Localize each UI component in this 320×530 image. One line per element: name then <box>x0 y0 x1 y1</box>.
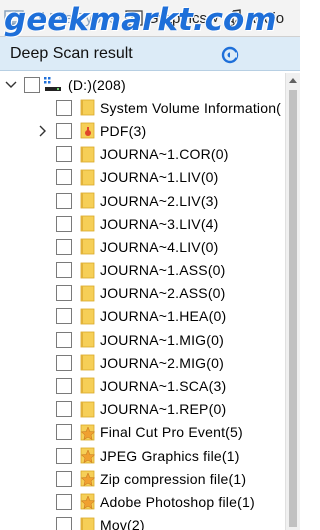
tree-row[interactable]: Zip compression file(1) <box>0 467 286 490</box>
tree-row-label: JOURNA~4.LIV(0) <box>100 238 219 255</box>
folder-icon <box>80 146 96 163</box>
tree-row[interactable]: JOURNA~2.MIG(0) <box>0 351 286 374</box>
tree-row-label: JOURNA~1.SCA(3) <box>100 378 227 395</box>
tree-row-label: JOURNA~1.MIG(0) <box>100 331 224 348</box>
folder-icon <box>80 238 96 255</box>
tree-row-label: Final Cut Pro Event(5) <box>100 424 243 441</box>
row-checkbox[interactable] <box>56 238 72 255</box>
tab-audio-label: Audio <box>245 9 285 27</box>
starred-folder-icon <box>80 447 96 464</box>
starred-folder-icon <box>80 493 96 510</box>
tree-row[interactable]: JOURNA~3.LIV(4) <box>0 212 286 235</box>
tab-all-file-types-label: All File Types <box>28 9 117 27</box>
tree-row[interactable]: Mov(2) <box>0 514 286 530</box>
folder-icon <box>80 285 96 302</box>
tree-row-label: Mov(2) <box>100 517 145 530</box>
tree-row[interactable]: JOURNA~1.HEA(0) <box>0 305 286 328</box>
chevron-down-icon[interactable]: ∨ <box>211 11 220 25</box>
tree-row[interactable]: JOURNA~1.LIV(0) <box>0 166 286 189</box>
row-checkbox[interactable] <box>56 470 72 487</box>
starred-folder-icon <box>80 424 96 441</box>
vertical-scrollbar[interactable] <box>285 73 300 530</box>
row-checkbox[interactable] <box>56 169 72 186</box>
row-checkbox[interactable] <box>56 354 72 371</box>
drive-label: (D:)(208) <box>68 76 126 93</box>
monitor-icon <box>4 10 24 25</box>
tree-row[interactable]: Final Cut Pro Event(5) <box>0 421 286 444</box>
drive-row[interactable]: (D:)(208) <box>0 73 286 96</box>
music-note-icon <box>228 9 242 27</box>
tree-row-label: JOURNA~1.COR(0) <box>100 146 229 163</box>
tree-row-label: JPEG Graphics file(1) <box>100 447 240 464</box>
image-icon <box>125 10 143 26</box>
row-checkbox[interactable] <box>56 517 72 530</box>
tree-row-label: JOURNA~2.MIG(0) <box>100 354 224 371</box>
tree-row-label: JOURNA~1.HEA(0) <box>100 308 227 325</box>
folder-icon <box>80 169 96 186</box>
tree-row[interactable]: System Volume Information( <box>0 96 286 119</box>
folder-icon <box>80 215 96 232</box>
tree-row-label: Zip compression file(1) <box>100 470 247 487</box>
chevron-right-icon[interactable] <box>37 125 49 137</box>
folder-icon <box>80 331 96 348</box>
tree-row-label: JOURNA~1.REP(0) <box>100 401 227 418</box>
folder-icon <box>80 354 96 371</box>
scroll-up-icon[interactable] <box>286 73 300 87</box>
row-checkbox[interactable] <box>56 262 72 279</box>
row-checkbox[interactable] <box>56 424 72 441</box>
tree-row[interactable]: JOURNA~1.COR(0) <box>0 143 286 166</box>
row-checkbox[interactable] <box>56 308 72 325</box>
starred-folder-icon <box>80 470 96 487</box>
tree-row[interactable]: JOURNA~1.ASS(0) <box>0 259 286 282</box>
file-type-tab-bar: All File Types Graphics ∨ Audio <box>0 0 300 37</box>
row-checkbox[interactable] <box>56 378 72 395</box>
tree-row-label: JOURNA~2.ASS(0) <box>100 285 226 302</box>
pdf-folder-icon <box>80 122 96 139</box>
tree-row[interactable]: Adobe Photoshop file(1) <box>0 490 286 513</box>
tree-row-label: PDF(3) <box>100 122 147 139</box>
folder-icon <box>80 517 96 530</box>
row-checkbox[interactable] <box>56 447 72 464</box>
tab-all-file-types[interactable]: All File Types <box>0 0 121 36</box>
tree-row-label: JOURNA~2.LIV(3) <box>100 192 219 209</box>
tree-row[interactable]: JOURNA~2.ASS(0) <box>0 282 286 305</box>
tab-audio[interactable]: Audio <box>224 0 288 36</box>
row-checkbox[interactable] <box>56 285 72 302</box>
folder-icon <box>80 99 96 116</box>
row-checkbox[interactable] <box>56 146 72 163</box>
scan-result-header: Deep Scan result <box>0 37 300 71</box>
row-checkbox[interactable] <box>56 331 72 348</box>
scrollbar-thumb[interactable] <box>289 90 297 527</box>
tree-row[interactable]: PDF(3) <box>0 119 286 142</box>
tree-row[interactable]: JOURNA~1.REP(0) <box>0 398 286 421</box>
folder-icon <box>80 192 96 209</box>
page-title: Deep Scan result <box>10 44 133 62</box>
tree-row[interactable]: JOURNA~1.SCA(3) <box>0 374 286 397</box>
row-checkbox[interactable] <box>56 493 72 510</box>
folder-icon <box>80 262 96 279</box>
folder-icon <box>80 308 96 325</box>
folder-icon <box>80 377 96 394</box>
row-checkbox[interactable] <box>56 99 72 116</box>
tree-row[interactable]: JOURNA~2.LIV(3) <box>0 189 286 212</box>
chevron-down-icon[interactable] <box>5 79 17 91</box>
drive-checkbox[interactable] <box>24 76 40 93</box>
drive-icon <box>43 76 61 93</box>
tree-row-label: JOURNA~1.ASS(0) <box>100 262 226 279</box>
folder-icon <box>80 401 96 418</box>
tree-row-label: JOURNA~1.LIV(0) <box>100 169 219 186</box>
tree-row-label: System Volume Information( <box>100 99 282 116</box>
tree-row-label: JOURNA~3.LIV(4) <box>100 215 219 232</box>
row-checkbox[interactable] <box>56 192 72 209</box>
row-checkbox[interactable] <box>56 122 72 139</box>
tree-row-label: Adobe Photoshop file(1) <box>100 493 255 510</box>
tab-graphics[interactable]: Graphics ∨ <box>121 0 224 36</box>
tree-row[interactable]: JOURNA~4.LIV(0) <box>0 235 286 258</box>
tree-row[interactable]: JOURNA~1.MIG(0) <box>0 328 286 351</box>
file-tree: (D:)(208) System Volume Information( PDF(… <box>0 73 286 530</box>
tab-graphics-label: Graphics <box>146 9 207 27</box>
tree-row[interactable]: JPEG Graphics file(1) <box>0 444 286 467</box>
row-checkbox[interactable] <box>56 215 72 232</box>
row-checkbox[interactable] <box>56 401 72 418</box>
